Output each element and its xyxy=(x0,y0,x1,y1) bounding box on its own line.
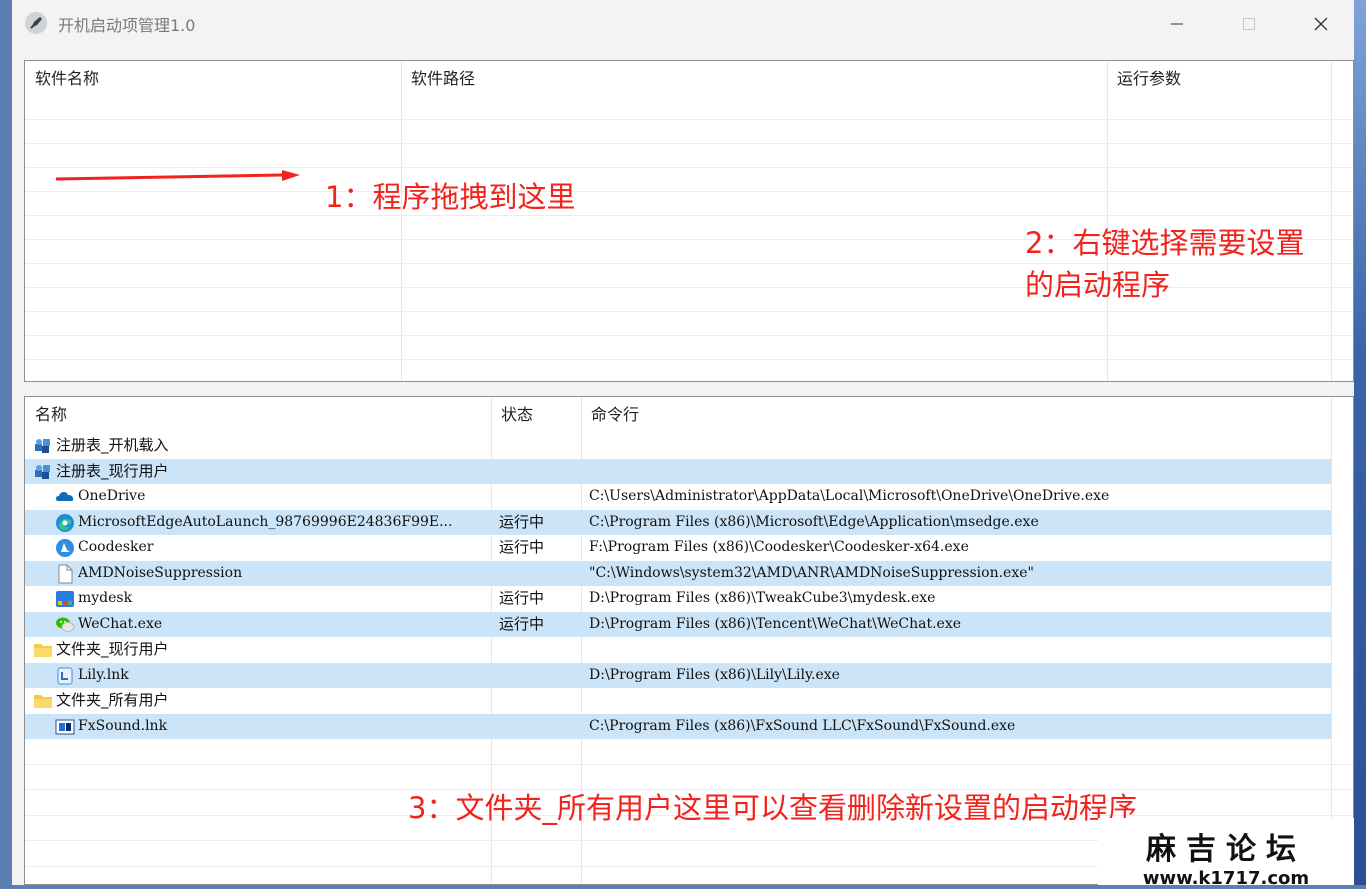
grid-line xyxy=(25,359,1353,360)
table-row[interactable]: 注册表_现行用户 xyxy=(25,458,1331,484)
table-row[interactable]: WeChat.exe 运行中 D:\Program Files (x86)\Tenc… xyxy=(25,611,1331,637)
row-command xyxy=(589,637,1329,662)
row-status xyxy=(499,433,579,458)
table-row[interactable]: 注册表_开机载入 xyxy=(25,433,1331,458)
column-divider xyxy=(1331,397,1332,884)
row-command: F:\Program Files (x86)\Coodesker\Coodesk… xyxy=(589,539,969,555)
row-status xyxy=(499,714,579,739)
grid-line xyxy=(25,119,1353,120)
annotation-step-2-line-2: 的启动程序 xyxy=(1025,268,1171,302)
row-status xyxy=(499,459,579,484)
table-row[interactable]: Lily.lnk D:\Program Files (x86)\Lily\Lily… xyxy=(25,662,1331,688)
mydesk-icon xyxy=(55,589,75,609)
grid-line xyxy=(25,215,1353,216)
table-row[interactable]: Coodesker 运行中 F:\Program Files (x86)\Coode… xyxy=(25,535,1331,560)
row-name: 注册表_现行用户 xyxy=(56,461,169,480)
table-row[interactable]: 文件夹_所有用户 xyxy=(25,688,1331,713)
annotation-step-3: 3：文件夹_所有用户这里可以查看删除新设置的启动程序 xyxy=(408,791,1137,825)
maximize-button[interactable] xyxy=(1226,4,1272,44)
row-status xyxy=(499,688,579,713)
row-name: mydesk xyxy=(78,590,133,606)
row-name: MicrosoftEdgeAutoLaunch_98769996E24836F9… xyxy=(78,513,453,530)
column-divider xyxy=(1331,61,1332,381)
row-status: 运行中 xyxy=(499,538,545,556)
row-command: C:\Users\Administrator\AppData\Local\Mic… xyxy=(589,488,1110,504)
window-title: 开机启动项管理1.0 xyxy=(58,16,196,35)
grid-line xyxy=(25,335,1353,336)
minimize-icon xyxy=(1171,23,1183,25)
row-status xyxy=(499,484,579,509)
column-header-command[interactable]: 命令行 xyxy=(581,397,1331,433)
table-row[interactable]: MicrosoftEdgeAutoLaunch_98769996E24836F9… xyxy=(25,509,1331,535)
row-status xyxy=(499,663,579,688)
row-name: AMDNoiseSuppression xyxy=(78,564,243,581)
coodesker-icon xyxy=(55,538,75,558)
table-row[interactable]: AMDNoiseSuppression "C:\Windows\system32\… xyxy=(25,560,1331,586)
registry-icon xyxy=(33,436,53,456)
edge-icon xyxy=(55,513,75,533)
row-status: 运行中 xyxy=(499,614,545,633)
row-name: 注册表_开机载入 xyxy=(56,436,169,454)
grid-line xyxy=(25,167,1353,168)
app-window: 开机启动项管理1.0 软件名称 软件路径 运行参数 名称 状态 命令行 注册表_… xyxy=(12,0,1354,885)
rocket-icon xyxy=(25,12,47,34)
table-row[interactable]: 文件夹_现行用户 xyxy=(25,637,1331,662)
row-command: C:\Program Files (x86)\Microsoft\Edge\Ap… xyxy=(589,513,1039,530)
row-name: WeChat.exe xyxy=(78,615,163,632)
row-command xyxy=(589,459,1329,484)
column-header-software-path[interactable]: 软件路径 xyxy=(401,61,1107,97)
onedrive-icon xyxy=(55,487,75,507)
registry-icon xyxy=(33,462,53,482)
row-name: Coodesker xyxy=(78,539,154,555)
column-divider xyxy=(401,61,402,381)
grid-line xyxy=(25,191,1353,192)
folder-icon xyxy=(33,691,53,711)
grid-line xyxy=(25,311,1353,312)
row-name: 文件夹_所有用户 xyxy=(56,691,169,709)
row-status xyxy=(499,561,579,586)
desktop-background xyxy=(1352,0,1366,885)
wechat-icon xyxy=(55,615,75,635)
row-status: 运行中 xyxy=(499,512,545,531)
column-header-status[interactable]: 状态 xyxy=(491,397,581,433)
title-bar[interactable]: 开机启动项管理1.0 xyxy=(12,0,1354,48)
watermark-url: www.k1717.com xyxy=(1142,868,1310,889)
file-icon xyxy=(55,564,75,584)
grid-line xyxy=(25,764,1353,765)
row-command: D:\Program Files (x86)\Tencent\WeChat\We… xyxy=(589,615,962,632)
close-button[interactable] xyxy=(1298,4,1344,44)
maximize-icon xyxy=(1243,18,1255,30)
annotation-step-1: 1：程序拖拽到这里 xyxy=(325,180,576,214)
column-header-run-args[interactable]: 运行参数 xyxy=(1107,61,1331,97)
column-header-name[interactable]: 名称 xyxy=(25,397,491,433)
row-command: "C:\Windows\system32\AMD\ANR\AMDNoiseSup… xyxy=(589,564,1034,581)
row-status: 运行中 xyxy=(499,589,545,607)
row-name: FxSound.lnk xyxy=(78,717,168,734)
table-row[interactable]: FxSound.lnk C:\Program Files (x86)\FxSoun… xyxy=(25,713,1331,739)
watermark: 麻吉论坛 www.k1717.com xyxy=(1098,818,1354,889)
grid-line xyxy=(25,143,1353,144)
fxsound-icon xyxy=(55,717,75,737)
lily-icon xyxy=(55,666,75,686)
annotation-step-2-line-1: 2：右键选择需要设置 xyxy=(1025,226,1305,260)
minimize-button[interactable] xyxy=(1154,4,1200,44)
folder-icon xyxy=(33,640,53,660)
row-name: OneDrive xyxy=(78,488,146,504)
row-name: Lily.lnk xyxy=(78,666,129,683)
arrow-icon xyxy=(56,170,300,181)
row-command: D:\Program Files (x86)\Lily\Lily.exe xyxy=(589,666,840,683)
close-icon xyxy=(1314,17,1328,31)
watermark-title: 麻吉论坛 xyxy=(1146,832,1306,867)
row-name: 文件夹_现行用户 xyxy=(56,640,169,658)
row-command xyxy=(589,688,1329,713)
row-command: C:\Program Files (x86)\FxSound LLC\FxSou… xyxy=(589,717,1016,734)
row-command: D:\Program Files (x86)\TweakCube3\mydesk… xyxy=(589,590,936,606)
row-status xyxy=(499,637,579,662)
row-command xyxy=(589,433,1329,458)
column-header-software-name[interactable]: 软件名称 xyxy=(25,61,401,97)
table-row[interactable]: OneDrive C:\Users\Administrator\AppData\L… xyxy=(25,484,1331,509)
table-row[interactable]: mydesk 运行中 D:\Program Files (x86)\TweakCub… xyxy=(25,586,1331,611)
